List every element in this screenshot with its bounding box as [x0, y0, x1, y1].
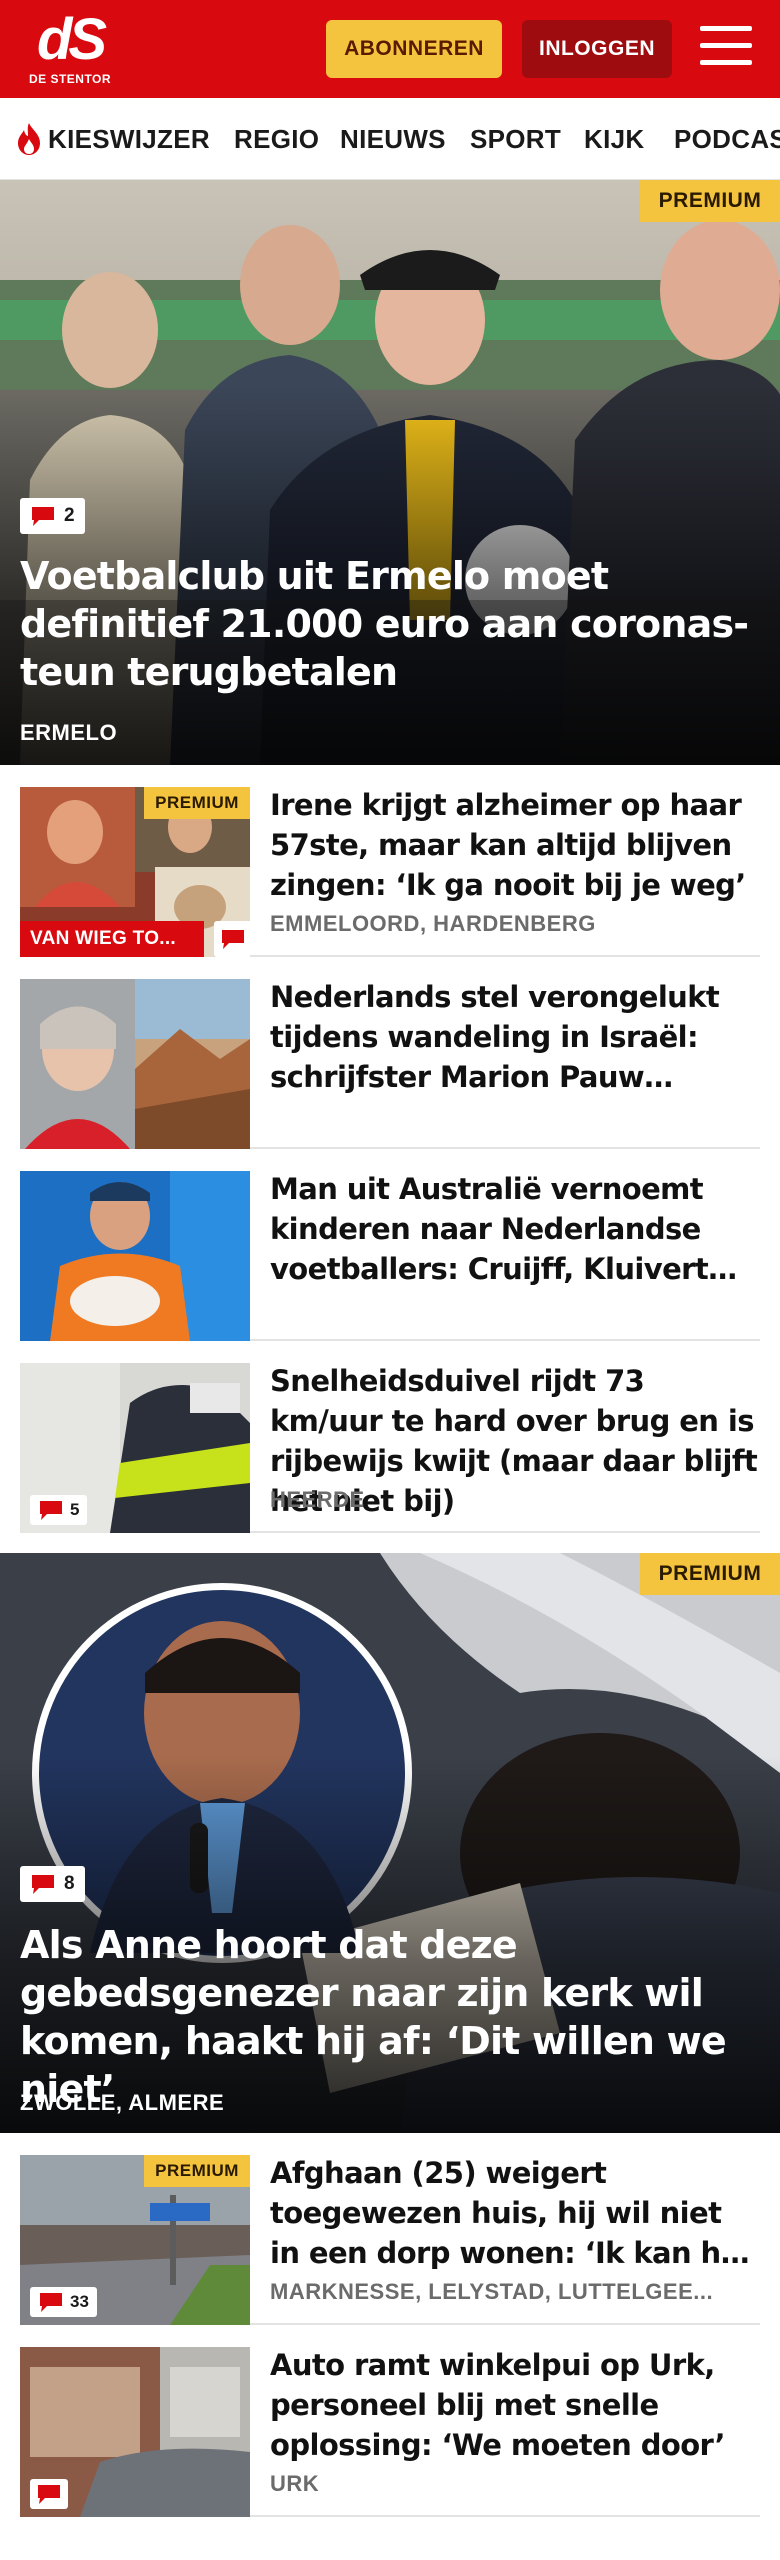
article-title[interactable]: Afghaan (25) weigert toegewezen huis, hi…: [270, 2153, 760, 2273]
thumbnail-photo: [20, 979, 250, 1149]
article-location: URK: [270, 2471, 320, 2496]
comment-count: 8: [64, 1873, 75, 1894]
top-bar: dS DE STENTOR ABONNEREN INLOGGEN: [0, 0, 780, 98]
logo-text: DE STENTOR: [28, 72, 112, 86]
article-title[interactable]: Irene krijgt alzheimer op haar 57ste, ma…: [270, 785, 760, 905]
comment-badge: [214, 921, 250, 957]
premium-badge: PREMIUM: [640, 180, 780, 222]
article-thumbnail: PREMIUM 33: [20, 2155, 250, 2325]
article-card-afghaan[interactable]: PREMIUM 33 Afghaan (25) weigert toegewez…: [20, 2133, 760, 2325]
article-title[interactable]: Nederlands stel verongelukt tijdens wand…: [270, 977, 760, 1097]
comment-count: 2: [64, 505, 75, 526]
article-thumbnail: PREMIUM VAN WIEG TO...: [20, 787, 250, 957]
comment-count-badge: 33: [30, 2287, 97, 2317]
article-thumbnail: 5: [20, 1363, 250, 1533]
comment-count: 33: [70, 2292, 89, 2311]
comment-icon: [40, 2293, 62, 2312]
comment-count-badge: 5: [30, 1495, 88, 1525]
hero-article-gebedsgenezer[interactable]: PREMIUM 8 Als Anne hoort dat deze gebeds…: [0, 1553, 780, 2133]
hamburger-icon[interactable]: [700, 26, 752, 72]
comment-count-badge: 8: [20, 1866, 85, 1902]
article-title[interactable]: Man uit Australië vernoemt kinderen naar…: [270, 1169, 760, 1289]
article-card-snelheidsduivel[interactable]: 5 Snelheidsduivel rijdt 73 km/uur te har…: [20, 1341, 760, 1533]
nav-item-sport[interactable]: SPORT: [470, 98, 561, 179]
article-thumbnail: [20, 1171, 250, 1341]
article-title[interactable]: Voetbalclub uit Ermelo moet definitief 2…: [20, 552, 750, 696]
nav-item-podcasts[interactable]: PODCAS: [674, 98, 780, 179]
hero-article-voetbalclub[interactable]: PREMIUM 2 Voetbalclub uit Ermelo moet de…: [0, 180, 780, 765]
nav-item-kijk[interactable]: KIJK: [584, 98, 644, 179]
comment-icon: [38, 2485, 60, 2504]
comment-icon: [32, 1875, 54, 1894]
comment-icon: [40, 1501, 62, 1520]
article-title[interactable]: Auto ramt winkelpui op Urk, personeel bl…: [270, 2345, 760, 2465]
comment-icon: [222, 930, 244, 949]
premium-badge: PREMIUM: [144, 2155, 250, 2187]
logo-mark: dS: [36, 7, 107, 72]
series-tag: VAN WIEG TO...: [20, 921, 204, 957]
comment-badge: [30, 2479, 68, 2509]
article-location: EMMELOORD, HARDENBERG: [270, 911, 596, 936]
article-card-urk[interactable]: Auto ramt winkelpui op Urk, personeel bl…: [20, 2325, 760, 2517]
nav-item-regio[interactable]: REGIO: [234, 98, 319, 179]
site-logo[interactable]: dS DE STENTOR: [28, 10, 112, 90]
nav-item-nieuws[interactable]: NIEUWS: [340, 98, 446, 179]
article-card-irene[interactable]: PREMIUM VAN WIEG TO... Irene krijgt alzh…: [20, 765, 760, 957]
nav-label: KIESWIJZER: [48, 123, 210, 154]
article-card-australie[interactable]: Man uit Australië vernoemt kinderen naar…: [20, 1149, 760, 1341]
thumbnail-photo: [20, 1171, 250, 1341]
article-location: ERMELO: [20, 720, 118, 745]
flame-icon: [18, 123, 40, 155]
article-location: HEERDE: [270, 1487, 365, 1512]
article-location: MARKNESSE, LELYSTAD, LUTTELGEE...: [270, 2279, 714, 2304]
login-button[interactable]: INLOGGEN: [522, 20, 672, 78]
nav-item-kieswijzer[interactable]: KIESWIJZER: [16, 98, 210, 179]
subscribe-button[interactable]: ABONNEREN: [326, 20, 502, 78]
main-nav: KIESWIJZER REGIO NIEUWS SPORT KIJK PODCA…: [0, 98, 780, 180]
comment-icon: [32, 507, 54, 526]
comment-count-badge: 2: [20, 498, 85, 534]
article-title[interactable]: Als Anne hoort dat deze gebedsgene­zer n…: [20, 1921, 750, 2113]
article-thumbnail: [20, 2347, 250, 2517]
article-location: ZWOLLE, ALMERE: [20, 2090, 225, 2115]
article-thumbnail: [20, 979, 250, 1149]
comment-count: 5: [70, 1500, 80, 1519]
premium-badge: PREMIUM: [640, 1553, 780, 1595]
premium-badge: PREMIUM: [144, 787, 250, 819]
article-card-marion-pauw[interactable]: Nederlands stel verongelukt tijdens wand…: [20, 957, 760, 1149]
